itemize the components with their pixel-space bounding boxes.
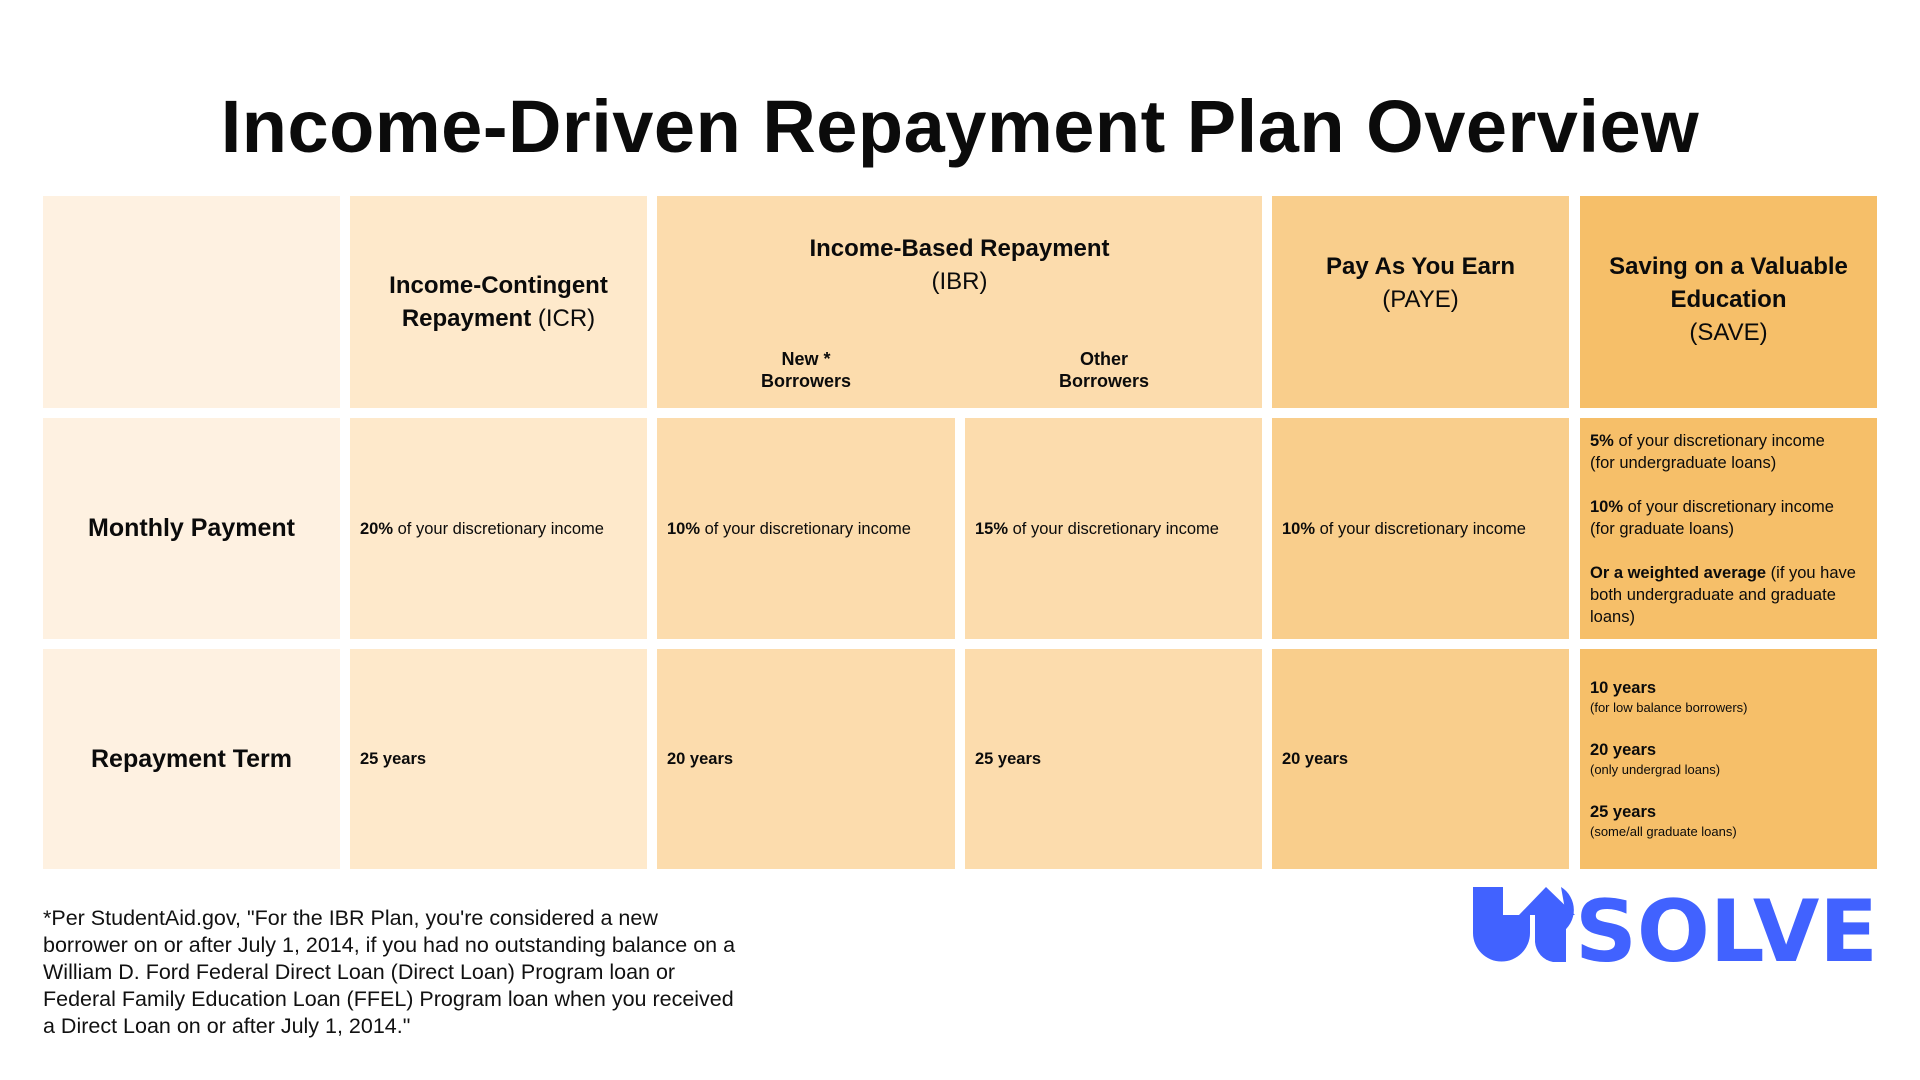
icr-name-line2: Repayment	[401, 305, 532, 332]
monthly-payment-ibr-new: 10% of your discretionary income	[657, 418, 955, 639]
page-title: Income-Driven Repayment Plan Overview	[220, 85, 1700, 168]
header-paye: Pay As You Earn (PAYE)	[1272, 196, 1569, 408]
icr-abbr: (ICR)	[537, 305, 596, 332]
upsolve-logo: SOLVE	[1473, 887, 1878, 963]
ibr-sub-new-line1: New *	[781, 349, 831, 369]
logo-u-shape	[1473, 887, 1530, 962]
footnote: *Per StudentAid.gov, "For the IBR Plan, …	[43, 906, 736, 1038]
save-name-line2: Education	[1670, 286, 1787, 313]
ibr-sub-new-line2: Borrowers	[760, 371, 852, 391]
monthly-payment-icr: 20% of your discretionary income	[350, 418, 647, 639]
pct-value: 15%	[975, 519, 1009, 538]
repayment-term-icr: 25 years	[350, 649, 647, 869]
term-value: 25 years	[975, 750, 1042, 768]
save-name-line1: Saving on a Valuable	[1609, 253, 1848, 280]
pct-text: of your discretionary income	[393, 519, 604, 538]
term-years: 20 years	[1590, 741, 1657, 759]
repayment-term-save: 10 years (for low balance borrowers) 20 …	[1580, 649, 1877, 869]
pct-text: of your discretionary income	[1008, 519, 1219, 538]
save-payment-option: Or a weighted average (if you have both …	[1590, 562, 1867, 628]
repayment-term-label: Repayment Term	[91, 744, 292, 773]
monthly-payment-paye: 10% of your discretionary income	[1272, 418, 1569, 639]
save-payment-option: 5% of your discretionary income (for unde…	[1590, 430, 1867, 474]
monthly-payment-label: Monthly Payment	[88, 514, 295, 542]
option-note: (for graduate loans)	[1590, 520, 1734, 538]
pct-text: of your discretionary income	[1315, 519, 1526, 538]
option-text: of your discretionary income	[1613, 432, 1825, 450]
pct-text: of your discretionary income	[700, 519, 911, 538]
term-value: 20 years	[667, 750, 734, 768]
option-bold: 10%	[1590, 498, 1624, 516]
icr-name-line1: Income-Contingent	[389, 272, 608, 299]
term-note: (only undergrad loans)	[1590, 762, 1721, 777]
paye-name: Pay As You Earn	[1326, 253, 1515, 280]
ibr-name: Income-Based Repayment	[809, 235, 1110, 262]
term-note: (some/all graduate loans)	[1590, 824, 1737, 839]
term-years: 25 years	[1590, 803, 1657, 821]
pct-value: 10%	[1282, 519, 1316, 538]
repayment-term-ibr-other: 25 years	[965, 649, 1262, 869]
header-empty-cell	[43, 196, 340, 408]
ibr-sub-other-line2: Borrowers	[1058, 371, 1150, 391]
term-years: 10 years	[1590, 679, 1657, 697]
header-icr: Income-Contingent Repayment (ICR)	[350, 196, 647, 408]
logo-text: SOLVE	[1575, 887, 1878, 963]
option-note: (for undergraduate loans)	[1590, 454, 1777, 472]
option-text: of your discretionary income	[1623, 498, 1834, 516]
ibr-sub-other-line1: Other	[1079, 349, 1128, 369]
header-ibr: Income-Based Repayment (IBR) New * Borro…	[657, 196, 1262, 408]
monthly-payment-save: 5% of your discretionary income (for unde…	[1580, 418, 1877, 639]
repayment-term-paye: 20 years	[1272, 649, 1569, 869]
ibr-sub-other-borrowers: Other Borrowers	[1004, 348, 1204, 392]
pct-value: 20%	[360, 519, 394, 538]
term-value: 25 years	[360, 750, 427, 768]
save-abbr: (SAVE)	[1689, 319, 1768, 346]
repayment-term-ibr-new: 20 years	[657, 649, 955, 869]
row-label-repayment-term: Repayment Term	[43, 649, 340, 869]
logo-p-shape	[1535, 915, 1566, 962]
save-payment-option: 10% of your discretionary income (for gra…	[1590, 496, 1867, 540]
paye-abbr: (PAYE)	[1382, 286, 1459, 313]
ibr-sub-new-borrowers: New * Borrowers	[706, 348, 906, 392]
option-bold: 5%	[1590, 432, 1614, 450]
header-save: Saving on a Valuable Education (SAVE)	[1580, 196, 1877, 408]
monthly-payment-ibr-other: 15% of your discretionary income	[965, 418, 1262, 639]
term-note: (for low balance borrowers)	[1590, 700, 1748, 715]
pct-value: 10%	[667, 519, 701, 538]
term-value: 20 years	[1282, 750, 1349, 768]
row-label-monthly-payment: Monthly Payment	[43, 418, 340, 639]
ibr-abbr: (IBR)	[931, 268, 988, 295]
option-bold: Or a weighted average	[1590, 564, 1767, 582]
